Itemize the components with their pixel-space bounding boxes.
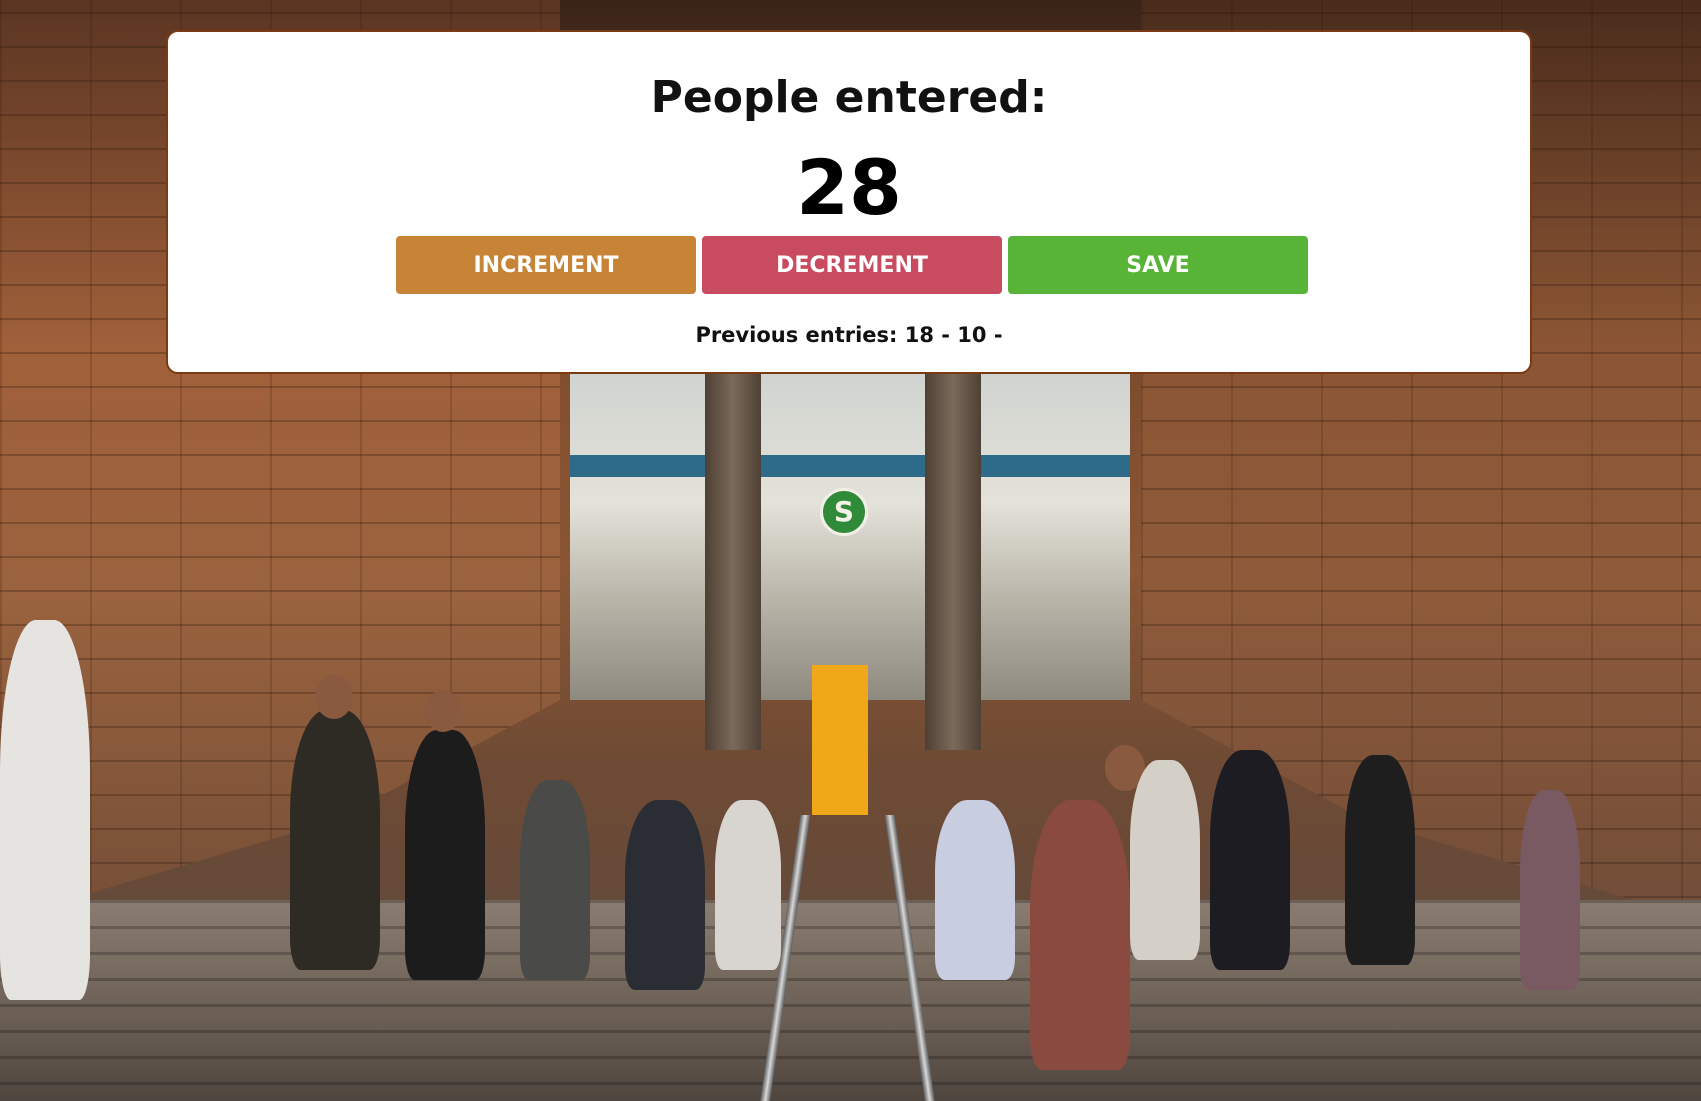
person-head bbox=[315, 675, 353, 719]
person bbox=[1210, 750, 1290, 970]
person bbox=[715, 800, 781, 970]
person bbox=[1520, 790, 1580, 990]
people-count: 28 bbox=[796, 143, 902, 232]
previous-entries: Previous entries: 18 - 10 - bbox=[695, 323, 1003, 347]
person bbox=[1130, 760, 1200, 960]
person bbox=[520, 780, 590, 980]
person bbox=[290, 710, 380, 970]
person bbox=[1030, 800, 1130, 1070]
person bbox=[935, 800, 1015, 980]
person-head bbox=[425, 690, 461, 732]
counter-card: People entered: 28 INCREMENT DECREMENT S… bbox=[166, 30, 1532, 374]
person bbox=[625, 800, 705, 990]
person bbox=[405, 730, 485, 980]
save-button[interactable]: SAVE bbox=[1008, 236, 1308, 294]
decrement-button[interactable]: DECREMENT bbox=[702, 236, 1002, 294]
person bbox=[1345, 755, 1415, 965]
increment-button[interactable]: INCREMENT bbox=[396, 236, 696, 294]
counter-title: People entered: bbox=[650, 72, 1048, 123]
person bbox=[0, 620, 90, 1000]
